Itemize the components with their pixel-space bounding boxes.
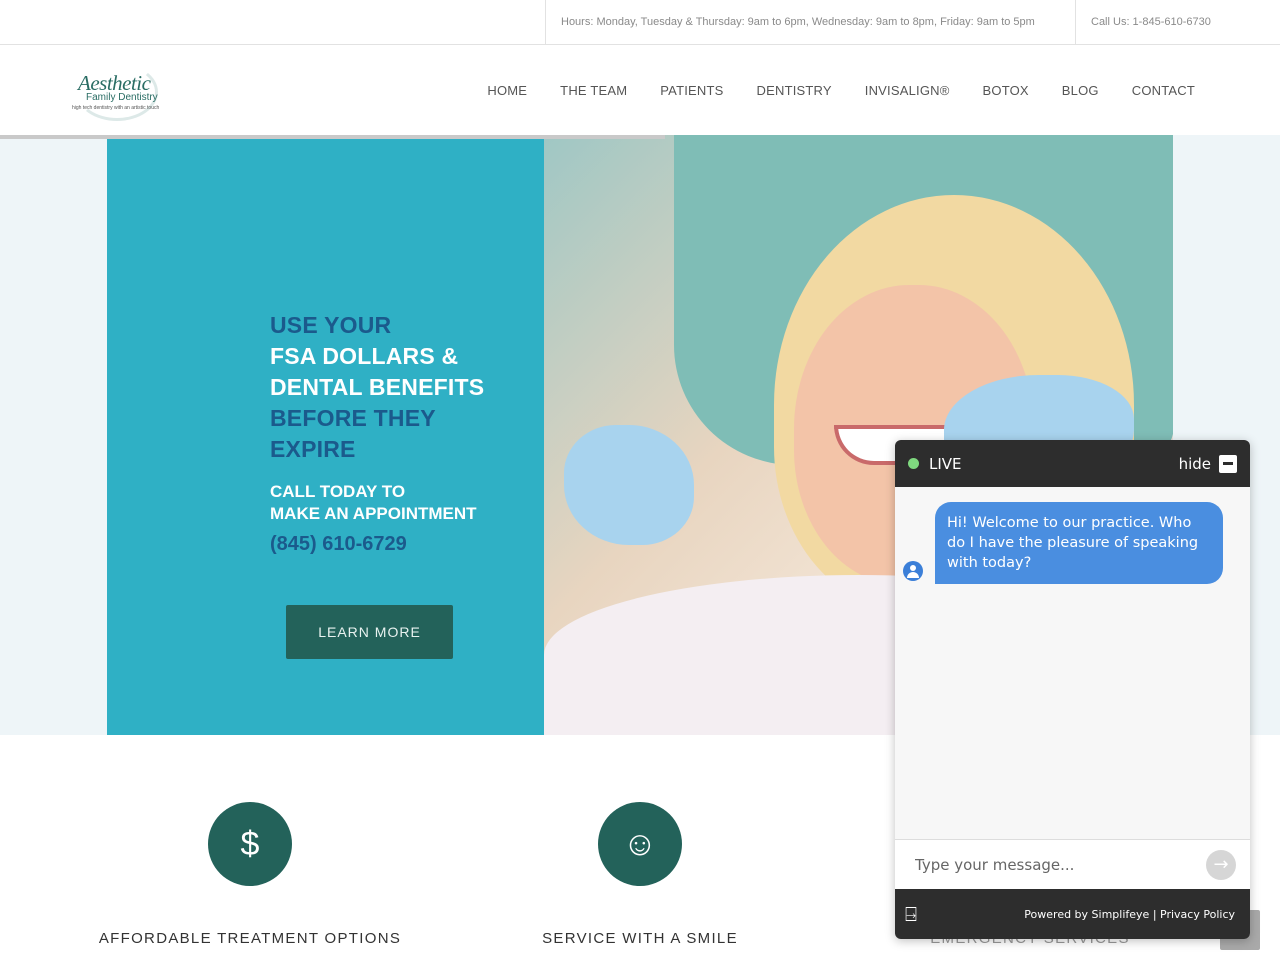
hero-call-line-2: MAKE AN APPOINTMENT [270,504,477,523]
call-us-phone[interactable]: Call Us: 1-845-610-6730 [1075,0,1235,44]
chat-header: LIVE hide [895,440,1250,487]
logo-tagline: high tech dentistry with an artistic tou… [72,105,160,111]
chat-message-input[interactable] [915,855,1206,874]
nav-dentistry[interactable]: DENTISTRY [757,83,832,98]
feature-affordable: $ AFFORDABLE TREATMENT OPTIONS [80,802,420,947]
chat-messages: Hi! Welcome to our practice. Who do I ha… [895,487,1250,839]
powered-by: Powered by Simplifeye | Privacy Policy [1024,908,1235,921]
agent-avatar-icon [903,561,923,581]
smile-icon: ☺ [598,802,682,886]
chat-input-row: → [895,839,1250,889]
nav-contact[interactable]: CONTACT [1132,83,1195,98]
hero-line-1: USE YOUR [270,312,392,338]
hero-line-3: DENTAL BENEFITS [270,374,485,400]
nav-patients[interactable]: PATIENTS [660,83,723,98]
gloved-hand-left [564,425,694,545]
nav-the-team[interactable]: THE TEAM [560,83,627,98]
learn-more-button[interactable]: LEARN MORE [286,605,453,659]
send-arrow-icon[interactable]: → [1206,849,1236,880]
hero-call-line-1: CALL TODAY TO [270,482,406,501]
feature-title: AFFORDABLE TREATMENT OPTIONS [98,930,402,947]
live-chat-widget: LIVE hide Hi! Welcome to our practice. W… [895,440,1250,939]
hero-text: USE YOUR FSA DOLLARS & DENTAL BENEFITS B… [270,310,484,556]
dollar-icon: $ [208,802,292,886]
hero-line-5: EXPIRE [270,436,356,462]
feature-smile: ☺ SERVICE WITH A SMILE [470,802,810,947]
main-nav: HOME THE TEAM PATIENTS DENTISTRY INVISAL… [454,45,1195,135]
logo-subtitle: Family Dentistry [86,92,158,103]
chat-footer: ⍈ Powered by Simplifeye | Privacy Policy [895,889,1250,939]
nav-invisalign[interactable]: INVISALIGN® [865,83,950,98]
logo[interactable]: Aesthetic Family Dentistry high tech den… [68,61,163,125]
privacy-policy-link[interactable]: Privacy Policy [1160,908,1235,921]
hero-phone[interactable]: (845) 610-6729 [270,533,484,556]
online-status-icon [908,458,919,469]
nav-botox[interactable]: BOTOX [983,83,1029,98]
exit-door-icon[interactable]: ⍈ [905,901,931,927]
chat-message-bubble: Hi! Welcome to our practice. Who do I ha… [935,502,1223,584]
feature-title: SERVICE WITH A SMILE [542,930,738,947]
footer-separator: | [1149,907,1161,921]
hero-line-2: FSA DOLLARS & [270,343,459,369]
minimize-icon[interactable] [1219,454,1237,473]
simplifeye-link[interactable]: Powered by Simplifeye [1024,908,1149,921]
slider-progress-bar [0,135,665,139]
chat-status: LIVE [929,454,962,473]
chat-hide-label[interactable]: hide [1179,455,1211,473]
nav-home[interactable]: HOME [487,83,527,98]
office-hours: Hours: Monday, Tuesday & Thursday: 9am t… [545,0,1076,44]
site-header: Aesthetic Family Dentistry high tech den… [0,45,1280,135]
nav-blog[interactable]: BLOG [1062,83,1099,98]
top-info-bar: Hours: Monday, Tuesday & Thursday: 9am t… [0,0,1280,45]
hero-line-4: BEFORE THEY [270,405,436,431]
